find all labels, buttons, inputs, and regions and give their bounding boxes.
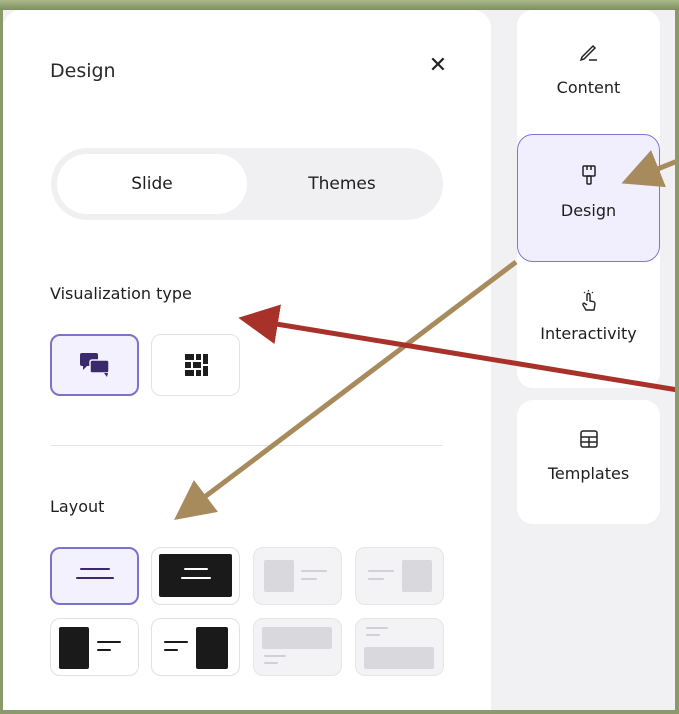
layout-option-dark-right[interactable] (151, 618, 240, 676)
paint-brush-icon (578, 163, 600, 191)
sidebar-item-label: Content (556, 78, 621, 97)
layout-option-dark-left[interactable] (50, 618, 139, 676)
tab-themes[interactable]: Themes (247, 154, 437, 214)
layout-option-image-top[interactable] (253, 618, 342, 676)
visualization-option-bubbles[interactable] (50, 334, 139, 396)
slide-themes-toggle: Slide Themes (51, 148, 443, 220)
speech-bubbles-icon (79, 353, 110, 377)
close-button[interactable]: ✕ (423, 50, 453, 80)
visualization-option-grid[interactable] (151, 334, 240, 396)
sidebar-item-label: Design (560, 201, 617, 220)
layout-label: Layout (50, 497, 105, 516)
layout-option-image-right[interactable] (355, 547, 444, 605)
table-grid-icon (578, 428, 600, 456)
panel-title: Design (50, 60, 116, 82)
sidebar-item-templates[interactable]: Templates (517, 400, 660, 522)
layout-option-image-left[interactable] (253, 547, 342, 605)
sidebar-item-content[interactable]: Content (517, 10, 660, 132)
layout-option-centered-dark[interactable] (151, 547, 240, 605)
sidebar-item-label: Interactivity (540, 324, 637, 343)
sidebar-item-label: Templates (547, 464, 630, 483)
tab-slide[interactable]: Slide (57, 154, 247, 214)
close-icon: ✕ (428, 52, 448, 78)
design-panel: Design ✕ Slide Themes Visualization type… (3, 10, 491, 714)
pencil-icon (578, 40, 600, 68)
grid-blocks-icon (184, 354, 208, 376)
tap-hand-icon (578, 290, 600, 318)
visualization-type-label: Visualization type (50, 284, 192, 303)
layout-option-centered-text[interactable] (50, 547, 139, 605)
sidebar-item-design[interactable]: Design (517, 134, 660, 262)
section-divider (51, 445, 443, 446)
layout-option-image-bottom[interactable] (355, 618, 444, 676)
sidebar-item-interactivity[interactable]: Interactivity (517, 264, 660, 386)
window-top-edge (0, 0, 679, 10)
